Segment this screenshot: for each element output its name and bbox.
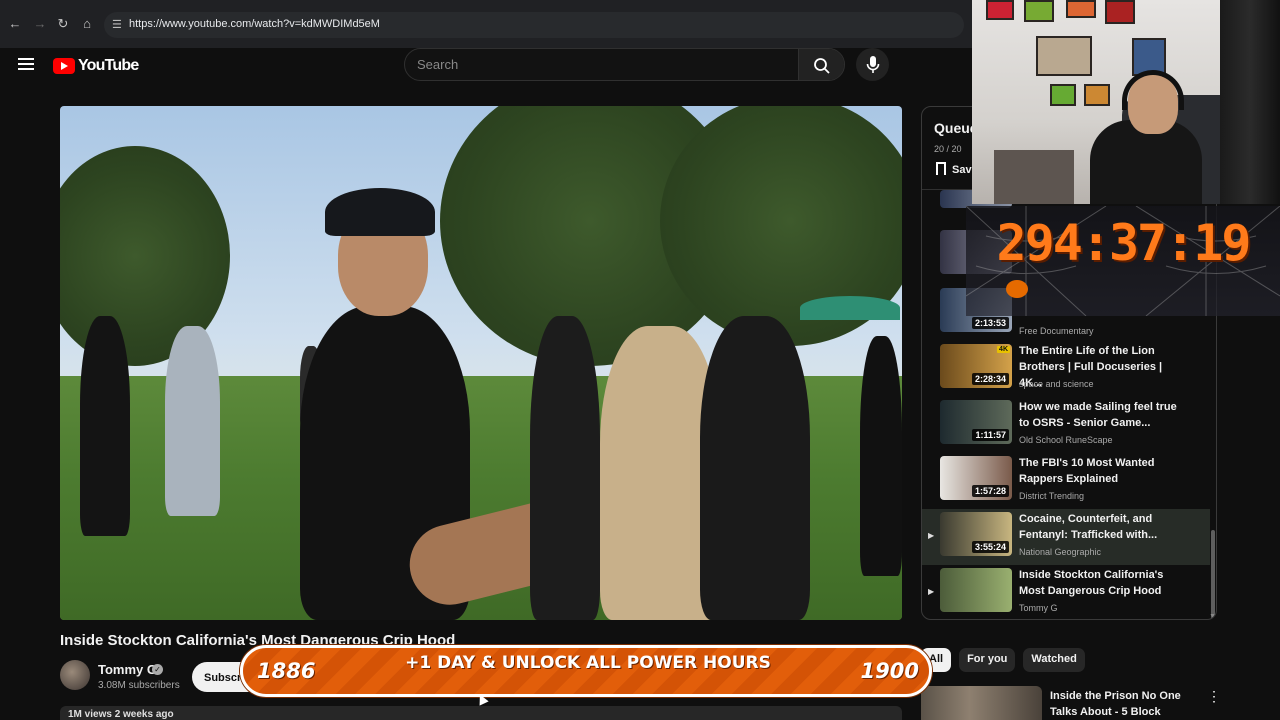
queue-channel: Free Documentary	[1019, 326, 1094, 336]
playground-canopy	[800, 296, 900, 320]
chip-for-you[interactable]: For you	[959, 648, 1016, 672]
video-duration: 2:13:53	[971, 317, 1009, 329]
queue-item-title: Cocaine, Counterfeit, and Fentanyl: Traf…	[1019, 513, 1158, 541]
queue-item-title: Inside Stockton California's Most Danger…	[1019, 569, 1164, 597]
video-player[interactable]	[60, 106, 902, 620]
wall-poster	[1105, 0, 1135, 24]
channel-name[interactable]: Tommy G	[98, 662, 157, 677]
video-duration: 3:55:24	[971, 541, 1009, 553]
youtube-play-icon	[53, 58, 75, 74]
headset	[1122, 70, 1184, 110]
video-duration: 1:57:28	[971, 485, 1009, 497]
filter-chips: All For you Watched	[921, 648, 1085, 672]
search-input[interactable]: Search	[417, 57, 458, 72]
home-icon[interactable]: ⌂	[79, 16, 95, 32]
wall-poster	[1084, 84, 1110, 106]
queue-thumbnail	[940, 568, 1012, 612]
browser-toolbar: ← → ↻ ⌂ ☰ https://www.youtube.com/watch?…	[0, 0, 972, 48]
recommended-title: Inside the Prison No One Talks About - 5…	[1050, 690, 1181, 718]
video-person	[530, 316, 600, 620]
logo-text: YouTube	[78, 57, 139, 74]
view-count: 1M views 2 weeks ago	[68, 709, 174, 720]
queue-channel: Tommy G	[1019, 603, 1058, 613]
recommended-thumbnail	[921, 686, 1042, 720]
goal-current: 1886	[257, 659, 316, 683]
queue-thumbnail: 1:57:28	[940, 456, 1012, 500]
queue-item-title: How we made Sailing feel true to OSRS - …	[1019, 401, 1177, 429]
search-button[interactable]	[798, 49, 844, 80]
queue-item-title: The FBI's 10 Most Wanted Rappers Explain…	[1019, 457, 1155, 485]
queue-item[interactable]: 1:11:57 How we made Sailing feel true to…	[922, 397, 1210, 453]
video-person	[700, 316, 810, 620]
wall-poster	[1050, 84, 1076, 106]
queue-scrollbar[interactable]	[1211, 530, 1215, 619]
video-cap	[325, 188, 435, 236]
queue-item-current[interactable]: ▶ 3:55:24 Cocaine, Counterfeit, and Fent…	[922, 509, 1210, 565]
queue-item[interactable]: 1:57:28 The FBI's 10 Most Wanted Rappers…	[922, 453, 1210, 509]
shelf	[994, 150, 1074, 204]
queue-thumbnail: 3:55:24	[940, 512, 1012, 556]
queue-channel: National Geographic	[1019, 547, 1102, 557]
microphone-icon	[866, 56, 880, 73]
subathon-timer: 294:37:19	[966, 206, 1280, 316]
video-duration: 1:11:57	[972, 429, 1009, 441]
url-text: https://www.youtube.com/watch?v=kdMWDIMd…	[129, 18, 380, 30]
queue-thumbnail: 1:11:57	[940, 400, 1012, 444]
voice-search-button[interactable]	[856, 48, 889, 81]
queue-item[interactable]: 4K 2:28:34 The Entire Life of the Lion Br…	[922, 341, 1210, 397]
wall-poster	[1066, 0, 1096, 18]
recommended-video[interactable]: Inside the Prison No One Talks About - 5…	[921, 686, 1221, 720]
menu-icon[interactable]	[18, 58, 34, 70]
timer-text: 294:37:19	[996, 214, 1252, 272]
queue-channel: District Trending	[1019, 491, 1085, 501]
video-person	[80, 316, 130, 536]
site-info-icon[interactable]: ☰	[112, 18, 126, 32]
bookmark-icon	[936, 162, 946, 175]
verified-icon: ✓	[152, 664, 163, 675]
wall-poster	[1024, 0, 1054, 22]
pumpkin-icon	[1006, 280, 1028, 298]
queue-channel: Old School RuneScape	[1019, 435, 1113, 445]
video-duration: 2:28:34	[971, 373, 1009, 385]
play-indicator-icon: ▶	[928, 531, 935, 540]
search-icon	[814, 58, 830, 74]
goal-banner: 1886 +1 DAY & UNLOCK ALL POWER HOURS 190…	[240, 645, 932, 697]
channel-avatar[interactable]	[60, 660, 90, 690]
search-box[interactable]: Search	[404, 48, 845, 81]
goal-text: +1 DAY & UNLOCK ALL POWER HOURS	[405, 653, 771, 673]
curtain	[1220, 0, 1280, 204]
scroll-down-icon[interactable]: ▼	[1209, 613, 1216, 619]
forward-icon[interactable]: →	[32, 16, 48, 32]
wall-frame	[1036, 36, 1092, 76]
address-bar[interactable]: ☰ https://www.youtube.com/watch?v=kdMWDI…	[104, 12, 964, 38]
video-person	[860, 336, 902, 576]
video-person	[165, 326, 220, 516]
subscriber-count: 3.08M subscribers	[98, 680, 180, 691]
more-options-icon[interactable]: ⋮	[1207, 688, 1221, 705]
description-box[interactable]: 1M views 2 weeks ago	[60, 706, 902, 720]
queue-item[interactable]: ▶ Inside Stockton California's Most Dang…	[922, 565, 1210, 619]
youtube-logo[interactable]: YouTube	[53, 56, 139, 76]
queue-thumbnail: 4K 2:28:34	[940, 344, 1012, 388]
reload-icon[interactable]: ↻	[55, 16, 71, 32]
play-indicator-icon: ▶	[928, 587, 935, 596]
4k-badge: 4K	[997, 346, 1010, 353]
back-icon[interactable]: ←	[7, 16, 23, 32]
queue-channel: space and science	[1019, 379, 1094, 389]
wall-poster	[986, 0, 1014, 20]
goal-target: 1900	[860, 659, 919, 683]
webcam-overlay	[972, 0, 1280, 204]
queue-count: 20 / 20	[934, 144, 962, 154]
youtube-header: YouTube Search	[0, 48, 972, 84]
chip-watched[interactable]: Watched	[1023, 648, 1085, 672]
